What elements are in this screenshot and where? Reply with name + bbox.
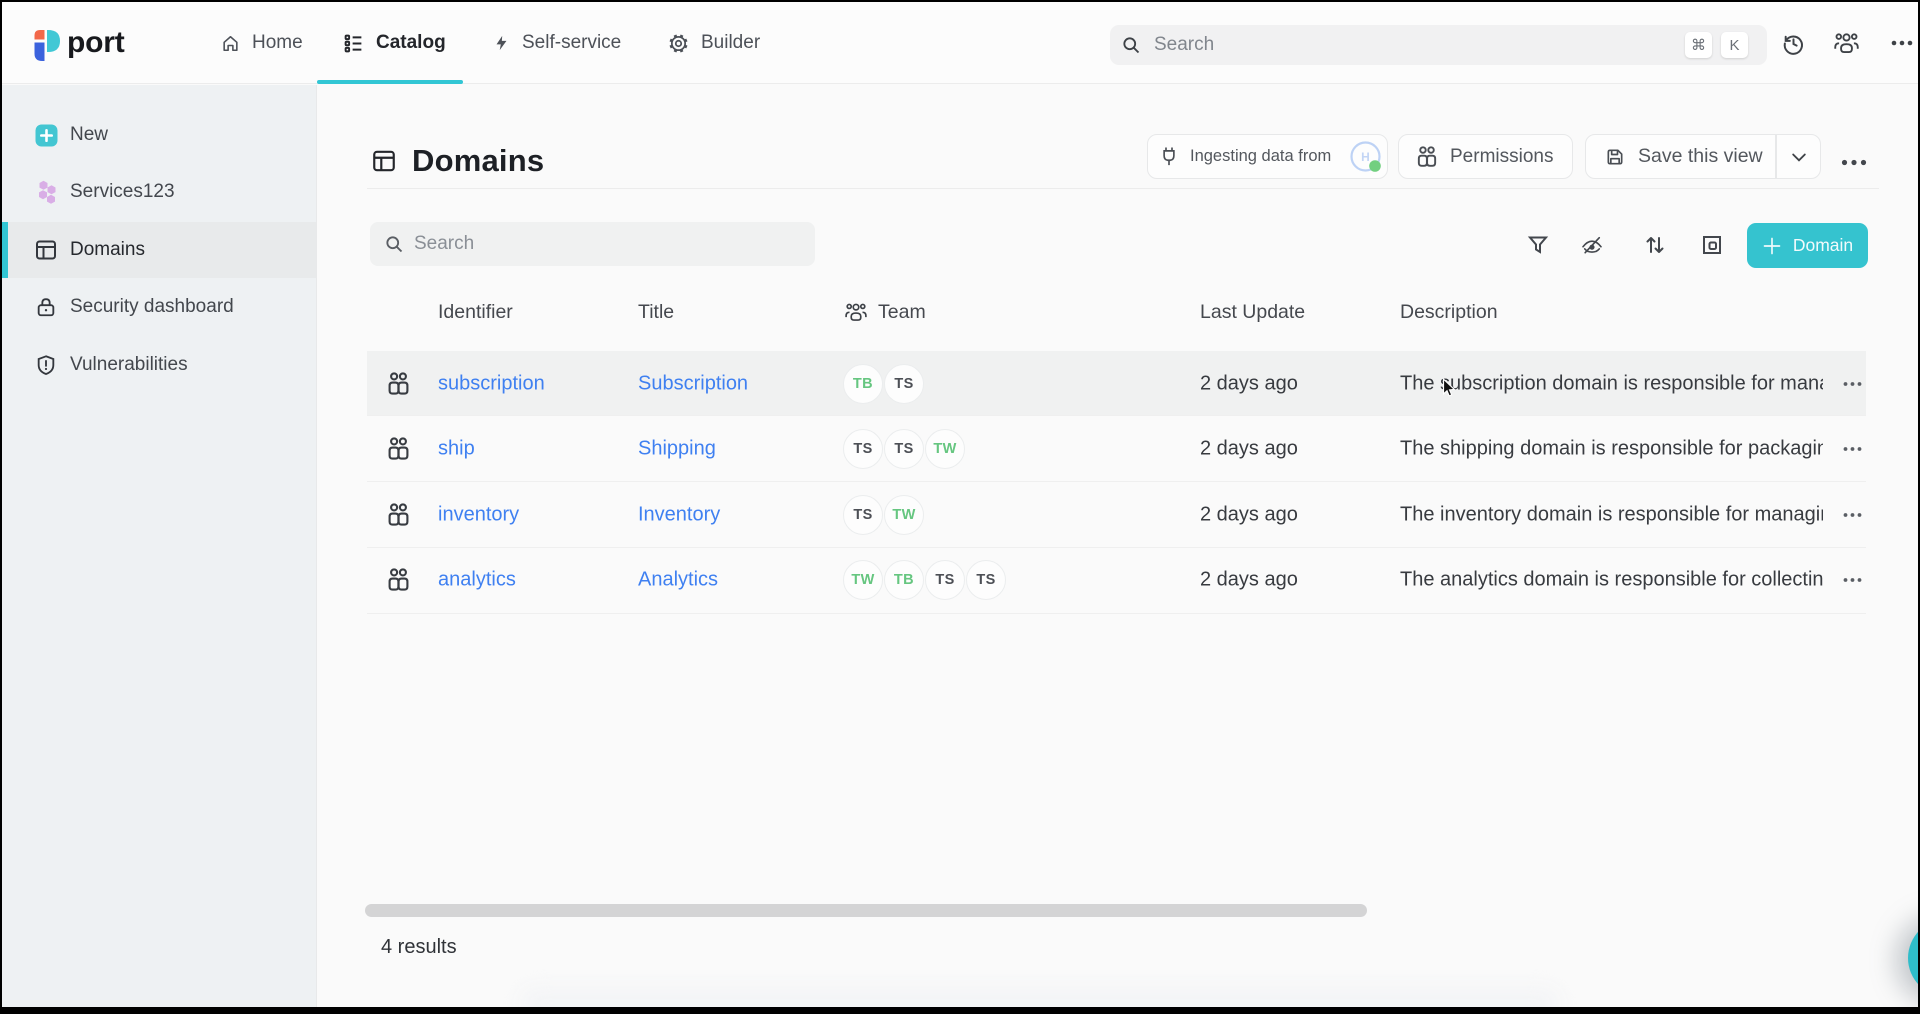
svg-text:H: H [1361, 150, 1370, 164]
svg-text:port: port [67, 29, 125, 59]
